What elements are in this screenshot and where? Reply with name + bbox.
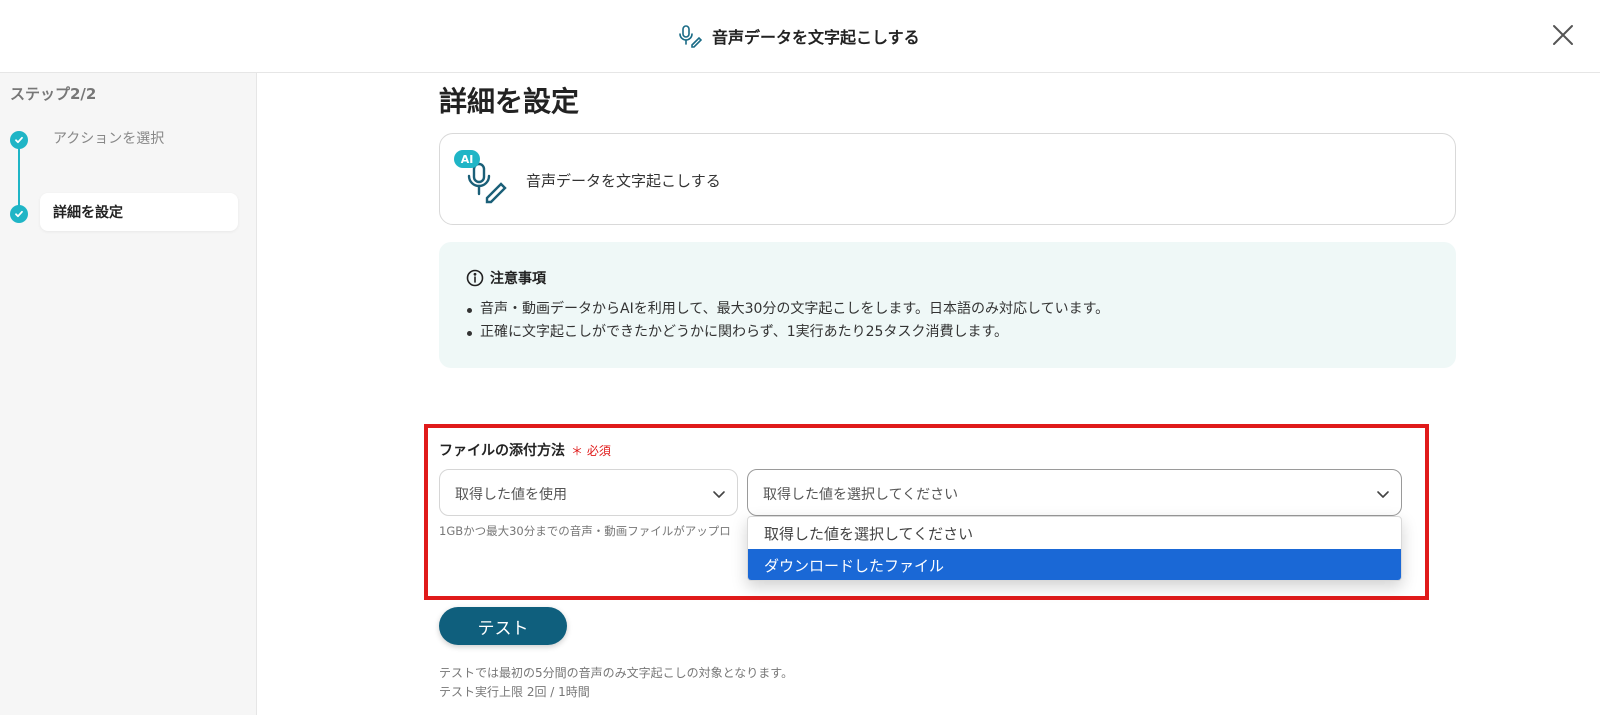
action-card-label: 音声データを文字起こしする: [526, 172, 721, 190]
info-icon: [466, 269, 484, 287]
value-select-placeholder: 取得した値を選択してください: [763, 487, 959, 503]
field-label-attach-method: ファイルの添付方法 ＊ 必須: [439, 440, 611, 460]
notice-list: 音声・動画データからAIを利用して、最大30分の文字起こしをします。日本語のみ対…: [466, 298, 1109, 344]
close-icon[interactable]: [1550, 22, 1576, 48]
required-text: 必須: [586, 443, 611, 458]
step-connector: [18, 143, 20, 213]
test-button[interactable]: テスト: [439, 607, 567, 645]
step-indicator: ステップ2/2: [10, 85, 97, 103]
sidebar: ステップ2/2 アクションを選択 詳細を設定: [0, 73, 257, 715]
dropdown-option[interactable]: 取得した値を選択してください: [748, 517, 1401, 549]
chevron-down-icon: [713, 491, 725, 498]
dropdown-option-selected[interactable]: ダウンロードしたファイル: [748, 549, 1401, 580]
notice-heading: 注意事項: [466, 268, 546, 288]
test-limit-note: テスト実行上限 2回 / 1時間: [439, 685, 590, 699]
field-label-text: ファイルの添付方法: [439, 443, 565, 459]
field-hint: 1GBかつ最大30分までの音声・動画ファイルがアップロ: [439, 524, 731, 538]
step-check-icon: [10, 205, 28, 223]
value-dropdown-menu: 取得した値を選択してください ダウンロードしたファイル: [747, 516, 1402, 581]
action-card: AI 音声データを文字起こしする: [439, 133, 1456, 225]
attach-method-value: 取得した値を使用: [455, 487, 567, 503]
chevron-down-icon: [1377, 491, 1389, 498]
header-title-group: 音声データを文字起こしする: [678, 22, 920, 50]
sidebar-item-detail-settings[interactable]: 詳細を設定: [40, 193, 238, 231]
required-badge: ＊ 必須: [571, 443, 611, 458]
notice-heading-text: 注意事項: [490, 271, 546, 287]
page-title: 詳細を設定: [439, 85, 580, 118]
attach-method-select[interactable]: 取得した値を使用: [439, 469, 738, 516]
top-bar: 音声データを文字起こしする: [0, 0, 1600, 73]
header-title: 音声データを文字起こしする: [712, 28, 920, 47]
value-select[interactable]: 取得した値を選択してください: [747, 469, 1402, 516]
test-footnote: テストでは最初の5分間の音声のみ文字起こしの対象となります。: [439, 666, 794, 680]
notice-box: 注意事項 音声・動画データからAIを利用して、最大30分の文字起こしをします。日…: [439, 242, 1456, 368]
list-item: 正確に文字起こしができたかどうかに関わらず、1実行あたり25タスク消費します。: [466, 321, 1109, 344]
list-item: 音声・動画データからAIを利用して、最大30分の文字起こしをします。日本語のみ対…: [466, 298, 1109, 321]
sidebar-item-select-action[interactable]: アクションを選択: [53, 128, 164, 148]
mic-pen-icon: [679, 25, 702, 48]
step-check-icon: [10, 131, 28, 149]
ai-badge: AI: [454, 150, 480, 168]
